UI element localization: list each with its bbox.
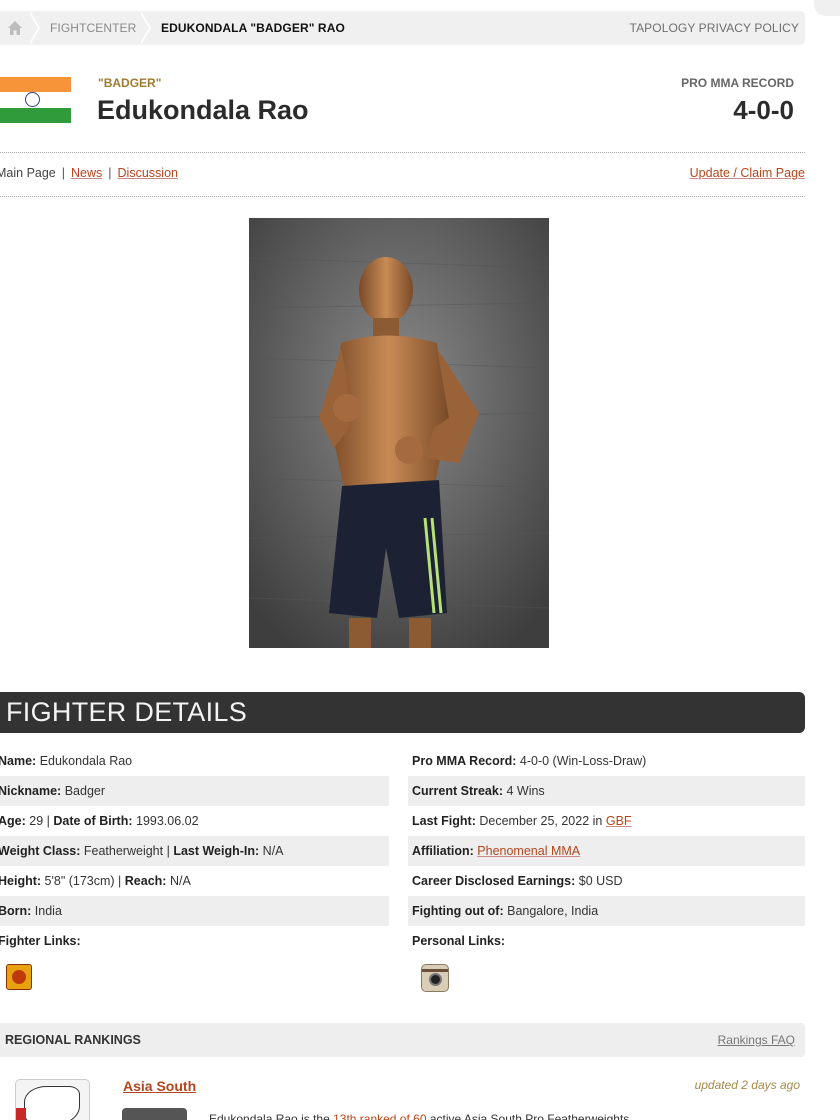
divider	[0, 152, 805, 153]
affiliation-link[interactable]: Phenomenal MMA	[477, 844, 580, 858]
detail-row: Last Fight: December 25, 2022 in GBF	[412, 814, 632, 828]
rank-badge	[122, 1108, 187, 1120]
detail-row: Height: 5'8" (173cm) | Reach: N/A	[0, 874, 191, 888]
fighter-details-header: FIGHTER DETAILS	[0, 692, 805, 733]
detail-row: Current Streak: 4 Wins	[408, 776, 805, 806]
breadcrumb-fightcenter[interactable]: FIGHTCENTER	[50, 11, 136, 45]
details-right-column: Pro MMA Record: 4-0-0 (Win-Loss-Draw) Cu…	[408, 746, 805, 956]
detail-row: Nickname: Badger	[0, 776, 389, 806]
last-fight-event-link[interactable]: GBF	[606, 814, 632, 828]
ranking-updated-time: updated 2 days ago	[694, 1078, 800, 1092]
detail-row: Pro MMA Record: 4-0-0 (Win-Loss-Draw)	[412, 754, 647, 768]
update-claim-link[interactable]: Update / Claim Page	[690, 166, 805, 180]
corner-tab	[814, 0, 840, 16]
fighter-photo	[249, 218, 549, 648]
details-left-column: Name: Edukondala Rao Nickname: Badger Ag…	[0, 746, 389, 956]
breadcrumb-current: EDUKONDALA "BADGER" RAO	[161, 21, 345, 35]
privacy-policy-link[interactable]: TAPOLOGY PRIVACY POLICY	[630, 11, 799, 45]
detail-row: Name: Edukondala Rao	[0, 754, 133, 768]
detail-row: Career Disclosed Earnings: $0 USD	[412, 874, 623, 888]
nav-discussion[interactable]: Discussion	[118, 166, 178, 180]
detail-row: Weight Class: Featherweight | Last Weigh…	[0, 836, 389, 866]
rank-link[interactable]: 13th ranked of 60	[333, 1112, 426, 1120]
detail-row: Fighting out of: Bangalore, India	[408, 896, 805, 926]
detail-row: Personal Links:	[412, 934, 506, 948]
rankings-faq-link[interactable]: Rankings FAQ	[718, 1023, 795, 1057]
divider	[0, 196, 805, 197]
home-icon	[8, 21, 22, 35]
page-nav: Main Page | News | Discussion	[0, 166, 178, 180]
detail-row: Age: 29 | Date of Birth: 1993.06.02	[0, 814, 199, 828]
nav-news[interactable]: News	[71, 166, 102, 180]
detail-row: Affiliation: Phenomenal MMA	[408, 836, 805, 866]
ranking-description: Edukondala Rao is the 13th ranked of 60 …	[209, 1112, 633, 1120]
regional-rankings-title: REGIONAL RANKINGS	[5, 1033, 141, 1047]
region-map-icon[interactable]	[15, 1079, 90, 1120]
home-button[interactable]	[0, 11, 30, 45]
breadcrumb-separator-inner	[139, 11, 149, 45]
regional-rankings-bar: REGIONAL RANKINGS Rankings FAQ	[0, 1023, 805, 1057]
instagram-icon[interactable]	[421, 964, 449, 992]
tapology-icon[interactable]	[6, 964, 32, 990]
detail-row: Fighter Links:	[0, 934, 81, 948]
record-label: PRO MMA RECORD	[681, 76, 794, 90]
breadcrumb: FIGHTCENTER EDUKONDALA "BADGER" RAO TAPO…	[0, 11, 805, 45]
record-value: 4-0-0	[733, 95, 794, 125]
fighter-name: Edukondala Rao	[97, 95, 309, 125]
chakra-icon	[25, 92, 40, 108]
region-name-link[interactable]: Asia South	[123, 1078, 196, 1094]
detail-row: Born: India	[0, 896, 389, 926]
breadcrumb-separator-inner	[28, 11, 38, 45]
nav-main-page[interactable]: Main Page	[0, 166, 56, 180]
india-flag	[0, 77, 71, 123]
fighter-nickname: "BADGER"	[98, 76, 162, 90]
